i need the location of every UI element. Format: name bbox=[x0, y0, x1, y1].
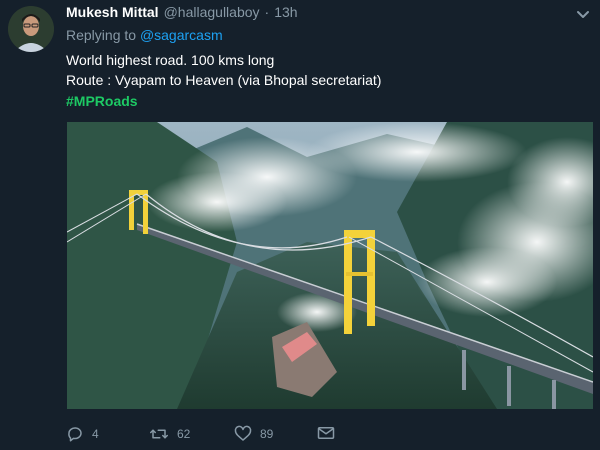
reply-count: 4 bbox=[92, 427, 99, 441]
envelope-icon bbox=[317, 425, 335, 441]
heart-icon bbox=[234, 425, 252, 443]
replying-handle[interactable]: @sagarcasm bbox=[140, 27, 223, 43]
avatar[interactable] bbox=[8, 6, 54, 52]
user-handle[interactable]: @hallagullaboy bbox=[164, 4, 260, 20]
retweet-button[interactable]: 62 bbox=[149, 425, 190, 443]
retweet-icon bbox=[149, 425, 169, 443]
timestamp[interactable]: 13h bbox=[274, 4, 297, 20]
tweet: Mukesh Mittal @hallagullaboy · 13h Reply… bbox=[0, 0, 600, 450]
hashtag-link[interactable]: #MPRoads bbox=[66, 93, 138, 109]
like-button[interactable]: 89 bbox=[234, 425, 273, 443]
tweet-text-line-2: Route : Vyapam to Heaven (via Bhopal sec… bbox=[66, 72, 382, 88]
avatar-portrait bbox=[8, 6, 54, 52]
bridge-photo bbox=[67, 122, 593, 409]
tweet-text-line-1: World highest road. 100 kms long bbox=[66, 52, 275, 68]
direct-message-button[interactable] bbox=[317, 425, 335, 441]
separator-dot: · bbox=[264, 4, 270, 20]
like-count: 89 bbox=[260, 427, 274, 441]
reply-icon bbox=[66, 425, 84, 443]
tweet-header: Mukesh Mittal @hallagullaboy · 13h bbox=[66, 4, 298, 22]
tweet-media-image[interactable] bbox=[67, 122, 593, 409]
reply-button[interactable]: 4 bbox=[66, 425, 99, 443]
chevron-down-icon[interactable] bbox=[576, 7, 590, 18]
retweet-count: 62 bbox=[177, 427, 191, 441]
replying-to: Replying to @sagarcasm bbox=[66, 27, 223, 43]
display-name[interactable]: Mukesh Mittal bbox=[66, 4, 159, 20]
replying-prefix: Replying to bbox=[66, 27, 137, 43]
